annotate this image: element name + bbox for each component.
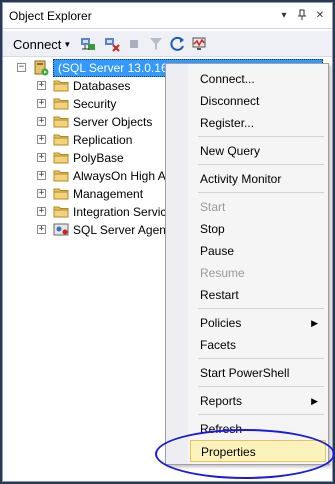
panel-title: Object Explorer <box>9 9 92 23</box>
folder-icon <box>53 206 69 218</box>
menu-item-start: Start <box>190 196 326 218</box>
menu-item-label: Connect... <box>200 72 255 86</box>
server-running-icon <box>34 60 49 76</box>
menu-item-resume: Resume <box>190 262 326 284</box>
refresh-icon[interactable] <box>169 35 187 53</box>
menu-separator <box>198 192 324 193</box>
menu-item-label: Disconnect <box>200 94 260 108</box>
tree-node-label: Server Objects <box>73 115 153 129</box>
chevron-down-icon: ▼ <box>63 40 72 49</box>
pin-icon[interactable] <box>294 7 310 23</box>
tree-node-label: Replication <box>73 133 133 147</box>
stop-icon[interactable] <box>125 35 143 53</box>
expand-toggle[interactable]: + <box>37 135 46 144</box>
menu-item-pause[interactable]: Pause <box>190 240 326 262</box>
menu-item-reports[interactable]: Reports ▶ <box>190 390 326 412</box>
menu-item-start-powershell[interactable]: Start PowerShell <box>190 362 326 384</box>
folder-icon <box>53 80 69 92</box>
menu-item-label: Facets <box>200 338 237 352</box>
tree-node-label: Management <box>73 187 144 201</box>
menu-item-disconnect[interactable]: Disconnect <box>190 90 326 112</box>
tree-node-label: SQL Server Agent <box>73 223 170 237</box>
menu-item-label: Start PowerShell <box>200 366 290 380</box>
menu-item-label: Restart <box>200 288 239 302</box>
expand-toggle[interactable]: + <box>37 225 46 234</box>
expand-toggle[interactable]: + <box>37 153 46 162</box>
menu-separator <box>198 414 324 415</box>
menu-item-restart[interactable]: Restart <box>190 284 326 306</box>
object-explorer-panel: Object Explorer ▾ ✕ Connect ▼ − (SQL Ser… <box>2 2 335 482</box>
collapse-toggle[interactable]: − <box>17 63 26 72</box>
annotation-ellipse <box>155 429 335 479</box>
folder-icon <box>53 134 69 146</box>
connect-object-explorer-icon[interactable] <box>79 35 97 53</box>
expand-toggle[interactable]: + <box>37 81 46 90</box>
folder-icon <box>53 152 69 164</box>
menu-item-label: New Query <box>200 144 261 158</box>
folder-icon <box>53 98 69 110</box>
menu-separator <box>198 386 324 387</box>
window-position-dropdown-icon[interactable]: ▾ <box>276 7 292 23</box>
expand-toggle[interactable]: + <box>37 99 46 108</box>
tree-node-label: Databases <box>73 79 131 93</box>
menu-item-stop[interactable]: Stop <box>190 218 326 240</box>
menu-item-facets[interactable]: Facets <box>190 334 326 356</box>
expand-toggle[interactable]: + <box>37 207 46 216</box>
explorer-toolbar: Connect ▼ <box>3 31 332 57</box>
menu-item-label: Register... <box>200 116 255 130</box>
menu-separator <box>198 308 324 309</box>
context-menu: Connect... Disconnect Register... New Query… <box>165 63 329 465</box>
menu-separator <box>198 164 324 165</box>
menu-item-label: Pause <box>200 244 235 258</box>
connect-dropdown-button[interactable]: Connect ▼ <box>13 37 71 52</box>
tree-node-label: Security <box>73 97 117 111</box>
expand-toggle[interactable]: + <box>37 189 46 198</box>
titlebar-buttons: ▾ ✕ <box>276 7 328 23</box>
menu-item-activity-monitor[interactable]: Activity Monitor <box>190 168 326 190</box>
menu-separator <box>198 136 324 137</box>
agent-icon <box>53 223 69 236</box>
menu-gutter <box>166 64 188 464</box>
menu-item-label: Policies <box>200 316 242 330</box>
folder-icon <box>53 170 69 182</box>
menu-item-register[interactable]: Register... <box>190 112 326 134</box>
expand-toggle[interactable]: + <box>37 171 46 180</box>
menu-item-label: Resume <box>200 266 245 280</box>
menu-item-connect[interactable]: Connect... <box>190 68 326 90</box>
connect-label: Connect <box>13 37 62 52</box>
menu-item-label: Activity Monitor <box>200 172 282 186</box>
tree-node-label: PolyBase <box>73 151 124 165</box>
menu-item-label: Stop <box>200 222 225 236</box>
menu-separator <box>198 358 324 359</box>
menu-item-policies[interactable]: Policies ▶ <box>190 312 326 334</box>
menu-item-label: Reports <box>200 394 243 408</box>
activity-monitor-icon[interactable] <box>191 35 209 53</box>
submenu-arrow-icon: ▶ <box>311 396 318 406</box>
expand-toggle[interactable]: + <box>37 117 46 126</box>
menu-item-new-query[interactable]: New Query <box>190 140 326 162</box>
menu-item-label: Start <box>200 200 226 214</box>
submenu-arrow-icon: ▶ <box>311 318 318 328</box>
disconnect-icon[interactable] <box>103 35 121 53</box>
filter-icon[interactable] <box>147 35 165 53</box>
folder-icon <box>53 116 69 128</box>
panel-titlebar: Object Explorer ▾ ✕ <box>3 3 332 29</box>
folder-icon <box>53 188 69 200</box>
close-icon[interactable]: ✕ <box>312 7 328 23</box>
